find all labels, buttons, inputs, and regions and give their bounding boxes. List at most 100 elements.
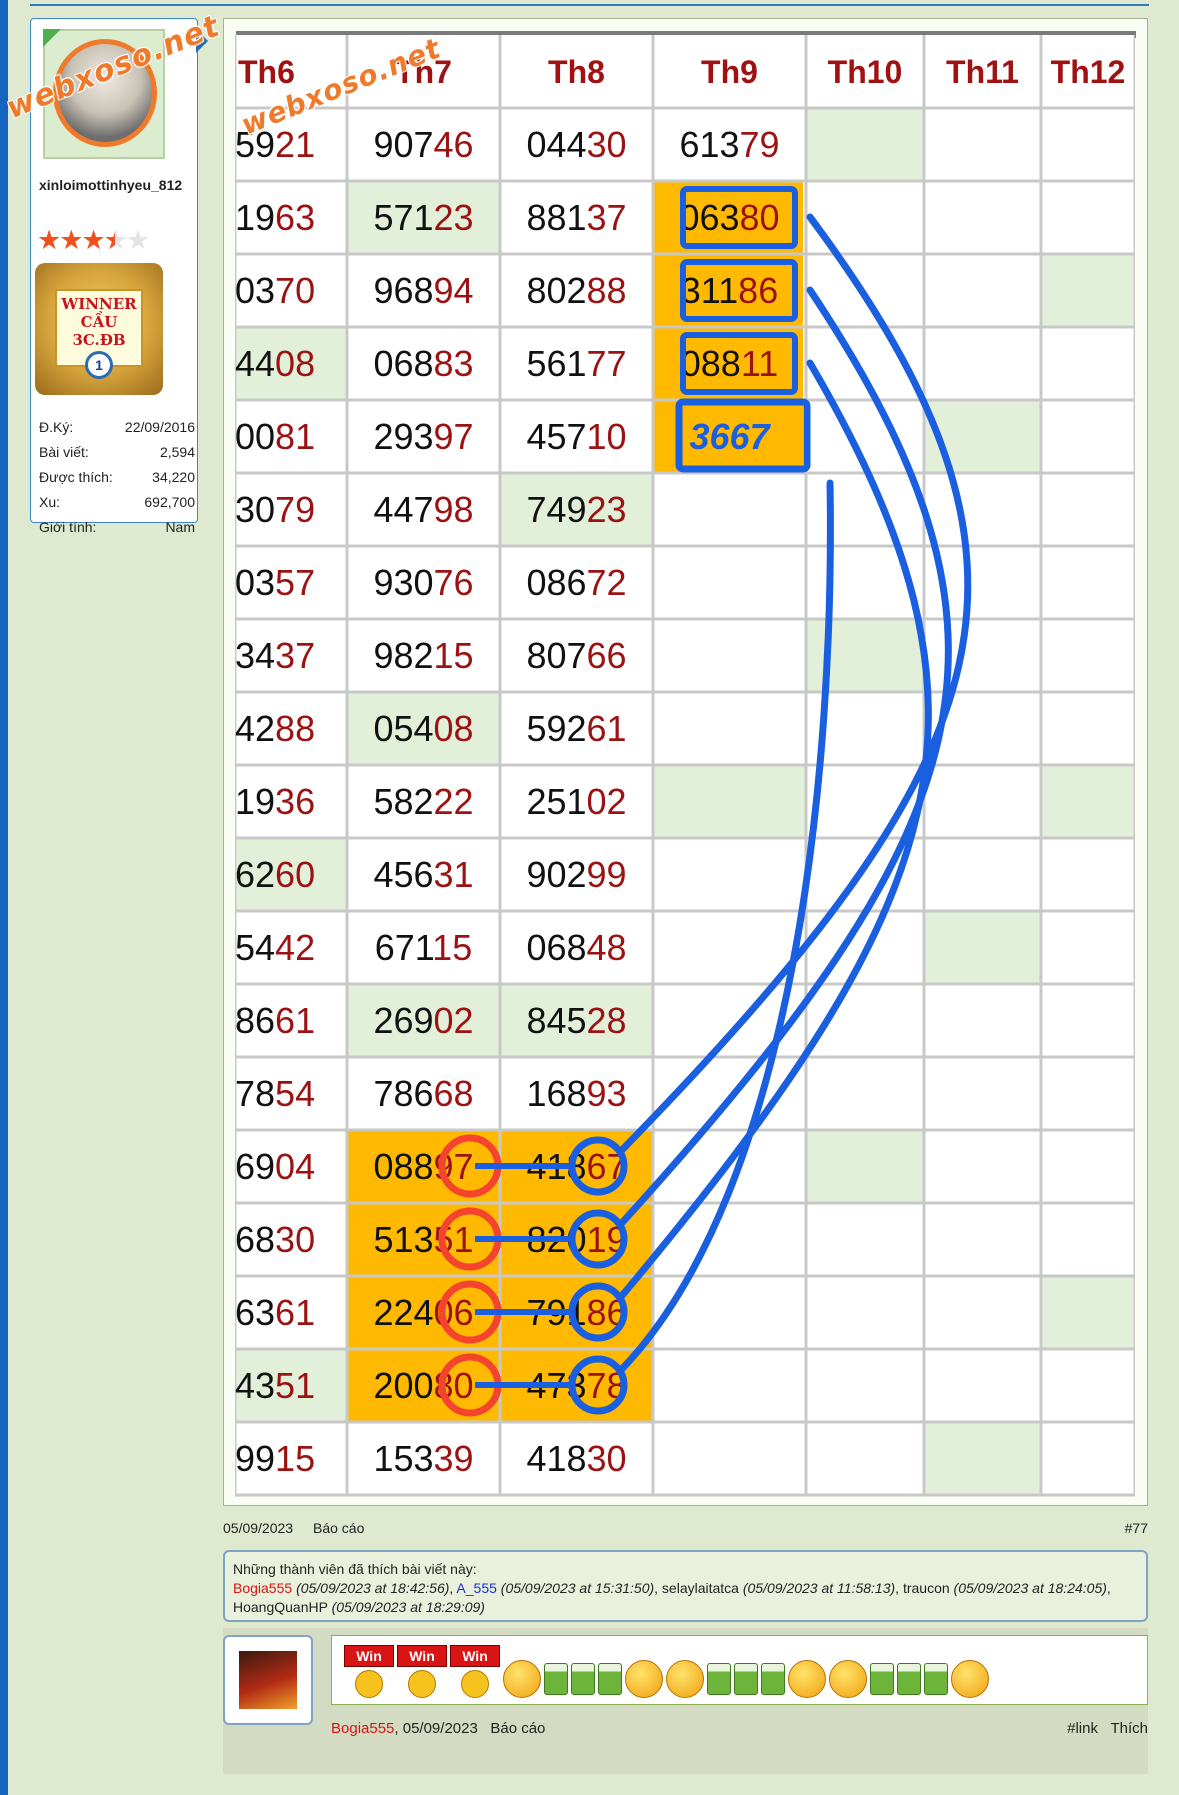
table-cell: 4351: [235, 1365, 315, 1406]
left-frame-bar: [0, 0, 8, 1795]
table-cell: 98215: [373, 635, 473, 676]
table-cell: 84528: [526, 1000, 626, 1041]
table-cell: 4408: [235, 343, 315, 384]
stat-value: 692,700: [144, 494, 195, 510]
badge-number: 1: [85, 351, 113, 379]
table-cell: 3667: [689, 416, 771, 457]
table-cell: 88137: [526, 197, 626, 238]
stat-value: 22/09/2016: [124, 419, 195, 435]
table-cell: 61379: [679, 124, 779, 165]
table-cell: 9915: [235, 1438, 315, 1479]
table-cell: 4288: [235, 708, 315, 749]
stat-join-date: Đ.Ký: 22/09/2016: [39, 415, 195, 440]
table-cell: 80288: [526, 270, 626, 311]
table-cell-shade: [807, 109, 923, 180]
post-number[interactable]: #77: [1125, 1520, 1148, 1536]
empty-star-icon: ★: [125, 225, 150, 255]
table-cell: 3079: [235, 489, 315, 530]
cheers-face-icon: [503, 1660, 541, 1698]
beer-icon: [598, 1663, 622, 1695]
stat-posts: Bài viết: 2,594: [39, 440, 195, 465]
winner-badge: WINNER CẦU 3C.ĐB 1: [35, 263, 163, 395]
likes-list: Bogia555 (05/09/2023 at 18:42:56), A_555…: [233, 1580, 1111, 1615]
cheers-face-icon: [625, 1660, 663, 1698]
liker-name[interactable]: A_555: [456, 1580, 496, 1596]
like-time: (05/09/2023 at 15:31:50): [500, 1580, 655, 1596]
rating-stars: ★★★★★: [37, 225, 150, 256]
beer-icon: [571, 1663, 595, 1695]
table-cell: 6830: [235, 1219, 315, 1260]
cheers-face-icon: [788, 1660, 826, 1698]
table-cell: 56177: [526, 343, 626, 384]
beer-icon: [544, 1663, 568, 1695]
table-cell: 0357: [235, 562, 315, 603]
half-star-icon: ★: [103, 225, 128, 255]
smiley-icon: [461, 1670, 489, 1698]
smiley-icon: [408, 1670, 436, 1698]
liker-name[interactable]: selaylaitatca: [662, 1580, 739, 1596]
stat-label: Giới tính:: [39, 519, 97, 535]
username[interactable]: xinloimottinhyeu_812: [39, 177, 195, 194]
stat-likes: Được thích: 34,220: [39, 465, 195, 490]
table-cell: 80766: [526, 635, 626, 676]
beer-icon: [734, 1663, 758, 1695]
star-icon: ★: [37, 225, 61, 255]
win-label: Win: [450, 1645, 500, 1667]
reply-post: Win Win Win Bogia555, 05/09/2023 Báo cáo…: [223, 1628, 1148, 1774]
table-cell: 31186: [681, 270, 778, 311]
table-cell: 15339: [373, 1438, 473, 1479]
reply-author[interactable]: Bogia555: [331, 1720, 394, 1737]
win-sign-icon: Win: [344, 1645, 394, 1698]
table-cell: 06380: [679, 197, 779, 238]
winner-badge-plate: WINNER CẦU 3C.ĐB 1: [55, 289, 143, 379]
table-cell: 51351: [373, 1219, 473, 1260]
beer-icon: [707, 1663, 731, 1695]
reply-report-link[interactable]: Báo cáo: [490, 1720, 545, 1737]
like-time: (05/09/2023 at 18:42:56): [296, 1580, 450, 1596]
liker-name[interactable]: Bogia555: [233, 1580, 292, 1596]
cheers-face-icon: [951, 1660, 989, 1698]
like-time: (05/09/2023 at 11:58:13): [742, 1580, 896, 1596]
beer-icon: [897, 1663, 921, 1695]
table-cell: 59261: [526, 708, 626, 749]
table-cell: 6361: [235, 1292, 315, 1333]
table-cell: 44798: [373, 489, 473, 530]
table-cell: 25102: [526, 781, 626, 822]
table-cell: 29397: [373, 416, 473, 457]
table-cell: 16893: [526, 1073, 626, 1114]
stat-value: 2,594: [159, 444, 195, 460]
table-cell: 04430: [526, 124, 626, 165]
like-time: (05/09/2023 at 18:24:05): [953, 1580, 1107, 1596]
table-cell: 1963: [235, 197, 315, 238]
table-cell-shade: [1042, 255, 1134, 326]
like-time: (05/09/2023 at 18:29:09): [331, 1599, 485, 1615]
beer-icon: [761, 1663, 785, 1695]
column-header: Th6: [238, 54, 295, 90]
column-header: Th12: [1051, 54, 1126, 90]
reply-meta: Bogia555, 05/09/2023 Báo cáo #link Thích: [331, 1720, 1148, 1737]
star-icon: ★: [81, 225, 105, 255]
like-button[interactable]: Thích: [1110, 1720, 1148, 1737]
reply-date[interactable]: , 05/09/2023: [394, 1720, 477, 1737]
badge-subtitle: CẦU 3C.ĐB: [72, 313, 126, 349]
top-divider: [30, 4, 1149, 6]
liker-name[interactable]: traucon: [903, 1580, 950, 1596]
win-sign-icon: Win: [397, 1645, 447, 1698]
table-cell: 45631: [373, 854, 473, 895]
permalink[interactable]: #link: [1067, 1720, 1098, 1737]
column-header: Th8: [548, 54, 605, 90]
report-link[interactable]: Báo cáo: [313, 1520, 364, 1536]
table-cell: 57123: [373, 197, 473, 238]
reply-avatar[interactable]: [223, 1635, 313, 1725]
table-cell: 58222: [373, 781, 473, 822]
table-cell: 06883: [373, 343, 473, 384]
table-cell: 08897: [373, 1146, 473, 1187]
win-label: Win: [397, 1645, 447, 1667]
likes-intro: Những thành viên đã thích bài viết này:: [233, 1561, 477, 1577]
stat-label: Được thích:: [39, 469, 113, 485]
liker-name[interactable]: HoangQuanHP: [233, 1599, 328, 1615]
likes-box: Những thành viên đã thích bài viết này: …: [223, 1550, 1148, 1622]
avatar-corner-icon: [43, 29, 61, 47]
table-cell: 90746: [373, 124, 473, 165]
post-date[interactable]: 05/09/2023: [223, 1520, 293, 1536]
